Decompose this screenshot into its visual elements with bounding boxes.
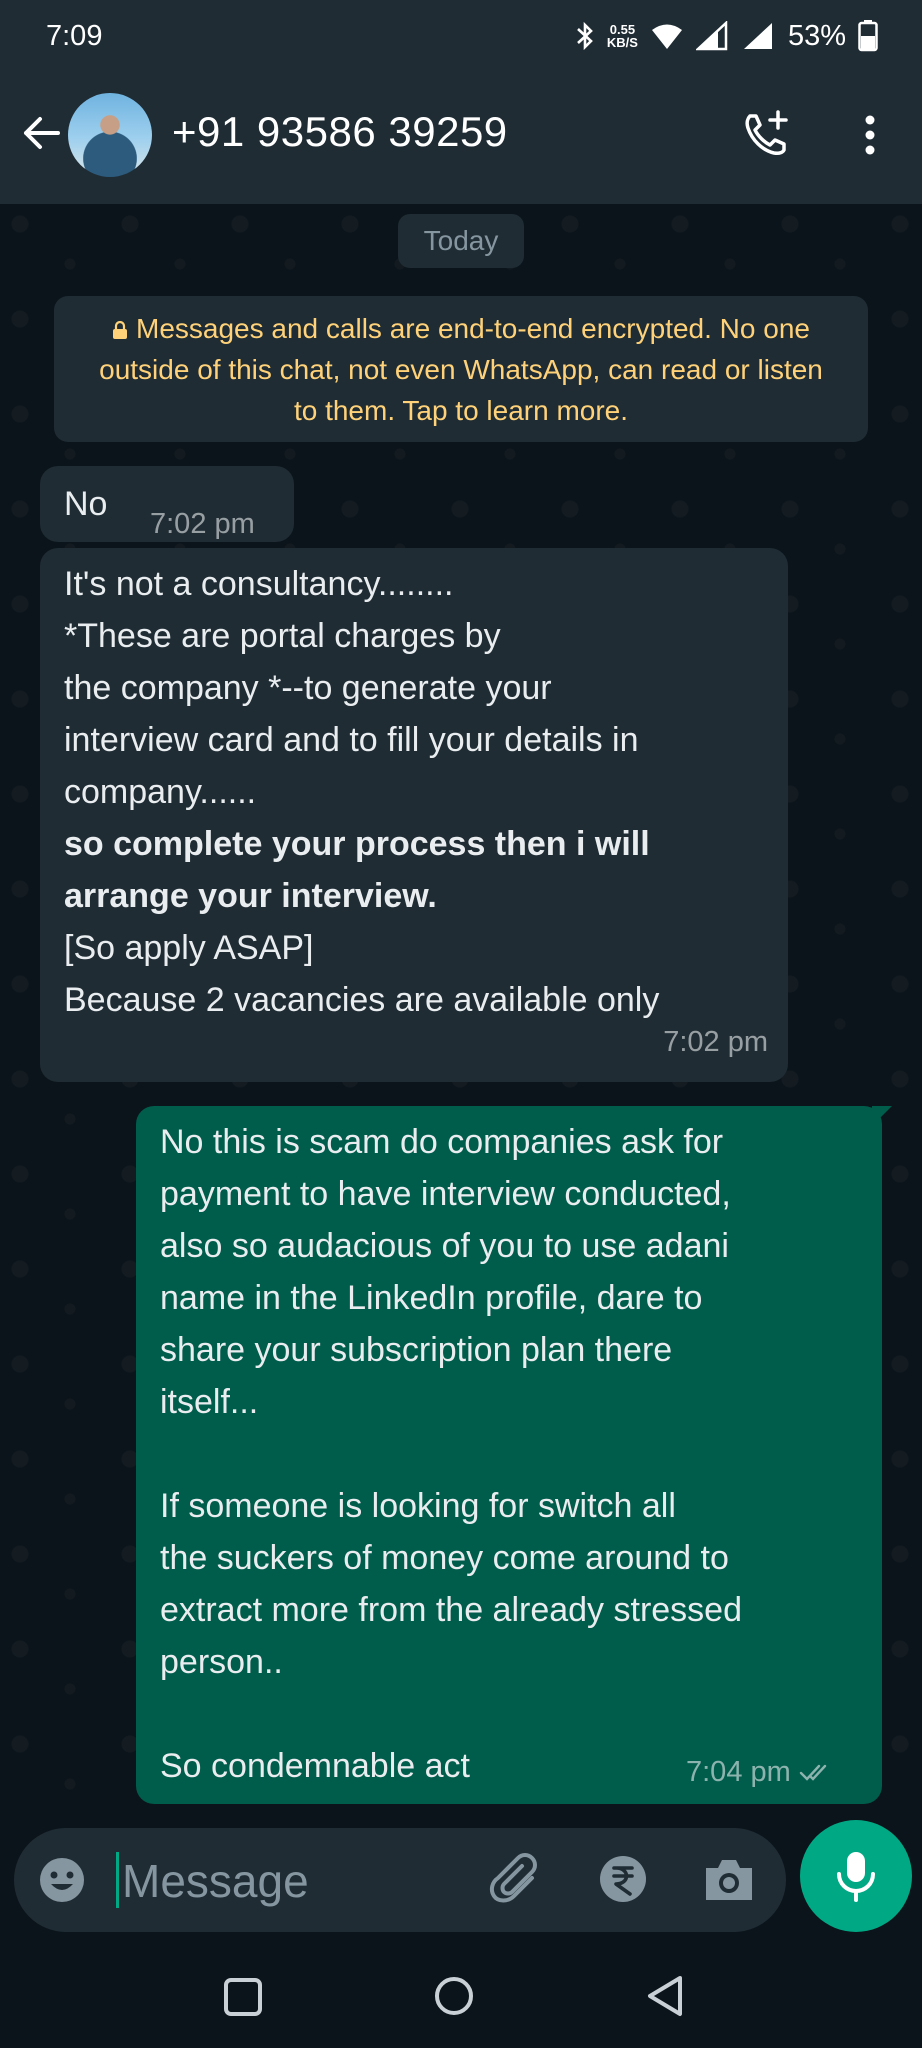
more-vert-icon[interactable] [850,110,890,160]
message-line: interview card and to fill your details … [64,721,639,759]
message-line: share your subscription plan there [160,1331,673,1369]
message-time: 7:02 pm [150,508,255,540]
signal-icon [695,21,728,51]
status-icons: 0.55 KB/S 53% [575,20,878,53]
encryption-notice[interactable]: Messages and calls are end-to-end encryp… [54,296,868,442]
emoji-icon[interactable] [36,1854,88,1906]
message-line-bold: so complete your process then i will [64,825,650,863]
bluetooth-icon [577,21,593,51]
message-bubble-incoming[interactable]: It's not a consultancy........ *These ar… [40,548,788,1082]
wifi-icon [651,24,682,49]
message-line: payment to have interview conducted, [160,1175,731,1213]
nav-back-icon[interactable] [640,1972,690,2020]
status-bar: 7:09 0.55 KB/S 53% [0,0,922,72]
chat-header: +91 93586 39259 [0,72,922,204]
avatar[interactable] [68,93,152,177]
message-time: 7:02 pm [663,1026,768,1058]
network-speed-unit: KB/S [606,35,638,50]
lock-icon [113,321,128,339]
message-line [160,1688,858,1740]
mic-button[interactable] [800,1820,912,1932]
message-line: also so audacious of you to use adani [160,1227,729,1265]
message-time-text: 7:04 pm [686,1756,791,1788]
message-line: extract more from the already stressed [160,1591,743,1629]
rupee-icon[interactable] [598,1854,648,1904]
message-bubble-incoming[interactable]: No 7:02 pm [40,466,294,542]
message-line: the suckers of money come around to [160,1539,729,1577]
message-line-bold: arrange your interview. [64,877,437,915]
battery-percent: 53% [787,19,846,52]
message-composer: Message [14,1828,786,1932]
message-line: the company *--to generate your [64,669,552,707]
status-time: 7:09 [46,19,103,52]
contact-name[interactable]: +91 93586 39259 [172,108,508,156]
battery-icon [858,20,878,52]
date-chip: Today [398,214,524,268]
camera-icon[interactable] [702,1854,756,1906]
back-arrow-icon[interactable] [18,110,64,156]
mic-icon [837,1852,875,1902]
message-time: 7:04 pm [686,1758,831,1787]
message-line: itself... [160,1383,259,1421]
message-line: [So apply ASAP] [64,929,314,967]
text-cursor [116,1852,119,1908]
message-line: If someone is looking for switch all [160,1487,676,1525]
message-text: No [64,485,108,523]
message-line: person.. [160,1643,283,1681]
attach-icon[interactable] [488,1852,544,1908]
recents-icon[interactable] [222,1976,264,2018]
message-line: company...... [64,773,257,811]
signal-icon-2 [743,23,772,49]
home-icon[interactable] [432,1974,476,2018]
message-input[interactable]: Message [122,1854,309,1908]
system-nav-bar [0,1938,922,2048]
read-receipt-icon [799,1764,826,1781]
message-bubble-outgoing[interactable]: No this is scam do companies ask for pay… [136,1106,882,1804]
message-line: Because 2 vacancies are available only [64,981,660,1019]
add-call-icon[interactable] [740,108,792,160]
message-line: *These are portal charges by [64,617,501,655]
message-line: It's not a consultancy........ [64,565,454,603]
encryption-notice-text: Messages and calls are end-to-end encryp… [99,313,823,426]
message-line [160,1428,858,1480]
message-line: name in the LinkedIn profile, dare to [160,1279,703,1317]
message-line: No this is scam do companies ask for [160,1123,724,1161]
network-speed: 0.55 KB/S [607,23,638,49]
